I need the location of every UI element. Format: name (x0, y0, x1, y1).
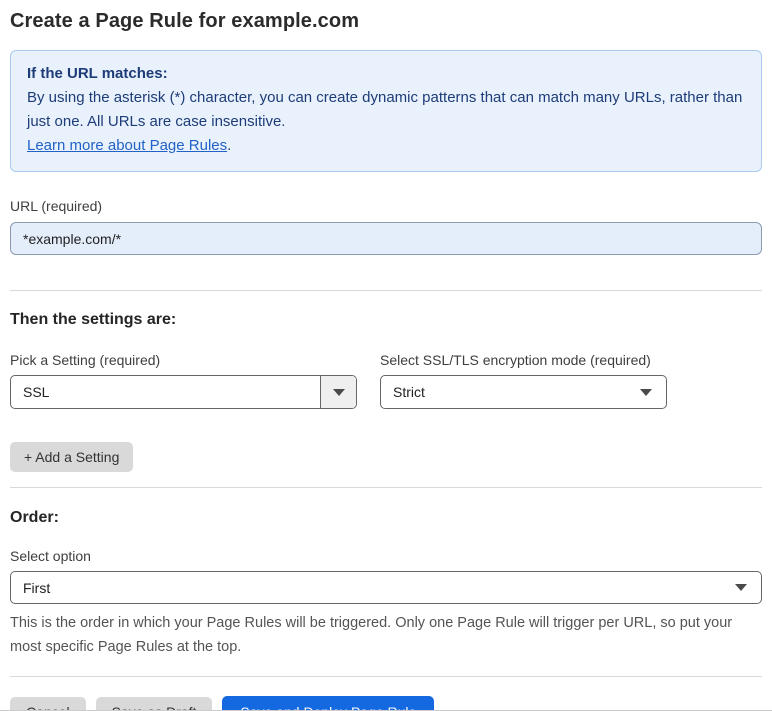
learn-more-link[interactable]: Learn more about Page Rules (27, 137, 227, 154)
divider (10, 676, 762, 677)
select-caret-box[interactable] (320, 376, 356, 408)
caret-down-icon (332, 388, 345, 396)
order-help-text: This is the order in which your Page Rul… (10, 615, 733, 655)
divider (10, 290, 762, 291)
add-setting-button[interactable]: + Add a Setting (10, 442, 134, 472)
footer-actions: Cancel Save as Draft Save and Deploy Pag… (10, 696, 762, 710)
settings-row: Pick a Setting (required) SSL Select SSL… (10, 352, 762, 409)
cancel-button[interactable]: Cancel (10, 696, 86, 710)
create-page-rule-panel: Create a Page Rule for example.com If th… (0, 0, 772, 711)
pick-setting-select[interactable]: SSL (10, 375, 357, 409)
ssl-mode-column: Select SSL/TLS encryption mode (required… (380, 352, 667, 409)
order-section-heading: Order: (10, 509, 59, 526)
info-box-heading: If the URL matches: (27, 65, 168, 82)
info-box-link-line: Learn more about Page Rules. (27, 134, 745, 158)
order-select-label: Select option (10, 548, 91, 564)
ssl-mode-select-value: Strict (393, 384, 425, 400)
url-input[interactable] (10, 222, 762, 255)
divider (10, 487, 762, 488)
ssl-mode-select[interactable]: Strict (380, 375, 667, 409)
settings-section-heading: Then the settings are: (10, 311, 177, 328)
order-select[interactable]: First (10, 571, 762, 604)
url-field-label: URL (required) (10, 198, 103, 214)
ssl-mode-label: Select SSL/TLS encryption mode (required… (380, 352, 651, 368)
save-deploy-button[interactable]: Save and Deploy Page Rule (222, 696, 435, 710)
info-box-body: By using the asterisk (*) character, you… (27, 89, 743, 130)
save-draft-button[interactable]: Save as Draft (95, 696, 213, 710)
pick-setting-column: Pick a Setting (required) SSL (10, 352, 357, 409)
order-select-value: First (23, 579, 51, 596)
link-suffix: . (227, 137, 232, 154)
caret-down-icon (735, 584, 747, 591)
url-match-info-box: If the URL matches: By using the asteris… (10, 50, 762, 172)
page-title: Create a Page Rule for example.com (10, 10, 360, 32)
pick-setting-select-value: SSL (23, 384, 50, 400)
caret-down-icon (640, 388, 652, 396)
pick-setting-label: Pick a Setting (required) (10, 352, 161, 368)
